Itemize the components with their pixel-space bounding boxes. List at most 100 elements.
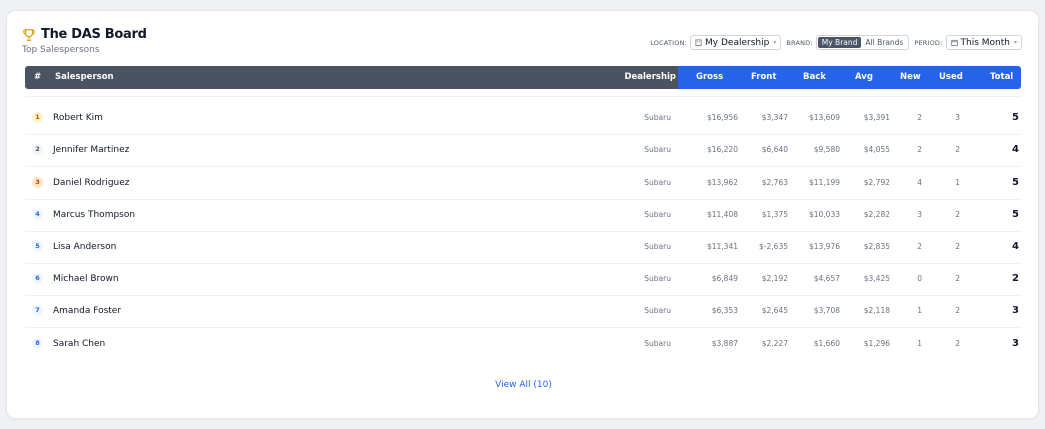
new-cell: 2 xyxy=(917,145,922,154)
col-gross-header[interactable]: Gross xyxy=(696,66,723,89)
gross-cell: $11,341 xyxy=(706,242,738,251)
new-cell: 3 xyxy=(917,210,922,219)
table-row[interactable]: 2 Jennifer Martinez Subaru $16,220 $6,640 $9,… xyxy=(25,134,1021,166)
location-select[interactable]: My Dealership ▾ xyxy=(690,35,782,50)
salesperson-name: Sarah Chen xyxy=(53,339,106,349)
view-all-link[interactable]: View All (10) xyxy=(7,380,1040,390)
total-cell: 4 xyxy=(1012,241,1019,252)
avg-cell: $2,282 xyxy=(863,210,890,219)
avg-cell: $3,391 xyxy=(863,113,890,122)
table-row[interactable]: 7 Amanda Foster Subaru $6,353 $2,645 $3,708 $2… xyxy=(25,295,1021,327)
new-cell: 1 xyxy=(917,339,922,348)
table-row[interactable]: 3 Daniel Rodriguez Subaru $13,962 $2,763 $11,… xyxy=(25,167,1021,199)
front-cell: $1,375 xyxy=(761,210,788,219)
col-back-header[interactable]: Back xyxy=(803,66,826,89)
chevron-down-icon: ▾ xyxy=(773,39,777,46)
total-cell: 5 xyxy=(1012,112,1019,123)
col-dealership-header[interactable]: Dealership xyxy=(624,66,676,89)
col-total-header[interactable]: Total xyxy=(990,66,1013,89)
total-cell: 5 xyxy=(1012,209,1019,220)
location-label: LOCATION: xyxy=(650,38,688,47)
gross-cell: $16,220 xyxy=(706,145,738,154)
rank-badge: 2 xyxy=(32,144,43,155)
salesperson-name: Daniel Rodriguez xyxy=(53,178,130,188)
dealership-cell: Subaru xyxy=(644,113,671,122)
avg-cell: $1,296 xyxy=(863,339,890,348)
back-cell: $4,657 xyxy=(813,274,840,283)
front-cell: $6,640 xyxy=(761,145,788,154)
total-cell: 5 xyxy=(1012,177,1019,188)
back-cell: $1,660 xyxy=(813,339,840,348)
total-cell: 4 xyxy=(1012,144,1019,155)
salesperson-name: Robert Kim xyxy=(53,113,103,123)
trophy-icon xyxy=(23,28,35,41)
calendar-icon xyxy=(950,39,958,46)
back-cell: $9,580 xyxy=(813,145,840,154)
total-cell: 3 xyxy=(1012,305,1019,316)
used-cell: 3 xyxy=(955,113,960,122)
rank-badge: 5 xyxy=(32,241,43,252)
table-row[interactable]: 4 Marcus Thompson Subaru $11,408 $1,375 $10,0… xyxy=(25,199,1021,231)
gross-cell: $6,353 xyxy=(711,306,738,315)
new-cell: 2 xyxy=(917,242,922,251)
used-cell: 2 xyxy=(955,210,960,219)
card-title-row: The DAS Board xyxy=(22,27,147,42)
col-salesperson-header[interactable]: Salesperson xyxy=(55,66,114,89)
location-value: My Dealership xyxy=(705,37,770,48)
front-cell: $3,347 xyxy=(761,113,788,122)
table-row[interactable]: 6 Michael Brown Subaru $6,849 $2,192 $4,657 $3… xyxy=(25,263,1021,295)
avg-cell: $4,055 xyxy=(863,145,890,154)
brand-option-all-brands[interactable]: All Brands xyxy=(861,37,907,48)
col-used-header[interactable]: Used xyxy=(939,66,963,89)
col-avg-header[interactable]: Avg xyxy=(855,66,873,89)
front-cell: $2,192 xyxy=(761,274,788,283)
header-divider xyxy=(25,96,1021,97)
dealership-cell: Subaru xyxy=(644,242,671,251)
used-cell: 2 xyxy=(955,274,960,283)
gross-cell: $11,408 xyxy=(706,210,738,219)
table-row[interactable]: 5 Lisa Anderson Subaru $11,341 $-2,635 $13,97… xyxy=(25,231,1021,263)
rank-badge: 6 xyxy=(32,273,43,284)
period-label: PERIOD: xyxy=(914,38,943,47)
table-row[interactable]: 8 Sarah Chen Subaru $3,887 $2,227 $1,660 $1,29… xyxy=(25,328,1021,360)
brand-option-my-brand[interactable]: My Brand xyxy=(817,37,862,48)
brand-toggle: My Brand All Brands xyxy=(815,35,910,50)
rank-badge: 8 xyxy=(32,338,43,349)
dealership-cell: Subaru xyxy=(644,210,671,219)
period-select[interactable]: This Month ▾ xyxy=(945,35,1022,50)
back-cell: $11,199 xyxy=(808,178,840,187)
new-cell: 1 xyxy=(917,306,922,315)
back-cell: $13,976 xyxy=(808,242,840,251)
used-cell: 1 xyxy=(955,178,960,187)
col-new-header[interactable]: New xyxy=(900,66,921,89)
period-value: This Month xyxy=(960,37,1010,48)
front-cell: $2,227 xyxy=(761,339,788,348)
front-cell: $-2,635 xyxy=(759,242,788,251)
top-salespersons-card: The DAS Board Top Salespersons LOCATION:… xyxy=(6,10,1039,419)
salesperson-name: Jennifer Martinez xyxy=(53,145,130,155)
rank-badge: 3 xyxy=(32,177,43,188)
avg-cell: $2,835 xyxy=(863,242,890,251)
building-icon xyxy=(695,39,702,46)
dealership-cell: Subaru xyxy=(644,274,671,283)
col-rank-header: # xyxy=(34,72,42,82)
filters-bar: LOCATION: My Dealership ▾ BRAND: My Bran… xyxy=(650,35,1022,50)
col-front-header[interactable]: Front xyxy=(751,66,776,89)
used-cell: 2 xyxy=(955,145,960,154)
total-cell: 3 xyxy=(1012,338,1019,349)
front-cell: $2,645 xyxy=(761,306,788,315)
brand-label: BRAND: xyxy=(786,38,813,47)
front-cell: $2,763 xyxy=(761,178,788,187)
avg-cell: $3,425 xyxy=(863,274,890,283)
rank-badge: 1 xyxy=(32,112,43,123)
back-cell: $13,609 xyxy=(808,113,840,122)
avg-cell: $2,792 xyxy=(863,178,890,187)
avg-cell: $2,118 xyxy=(863,306,890,315)
dealership-cell: Subaru xyxy=(644,178,671,187)
gross-cell: $6,849 xyxy=(711,274,738,283)
total-cell: 2 xyxy=(1012,273,1019,284)
table-row[interactable]: 1 Robert Kim Subaru $16,956 $3,347 $13,609 $3,… xyxy=(25,102,1021,134)
card-subtitle: Top Salespersons xyxy=(22,45,100,55)
new-cell: 4 xyxy=(917,178,922,187)
salesperson-name: Michael Brown xyxy=(53,274,119,284)
